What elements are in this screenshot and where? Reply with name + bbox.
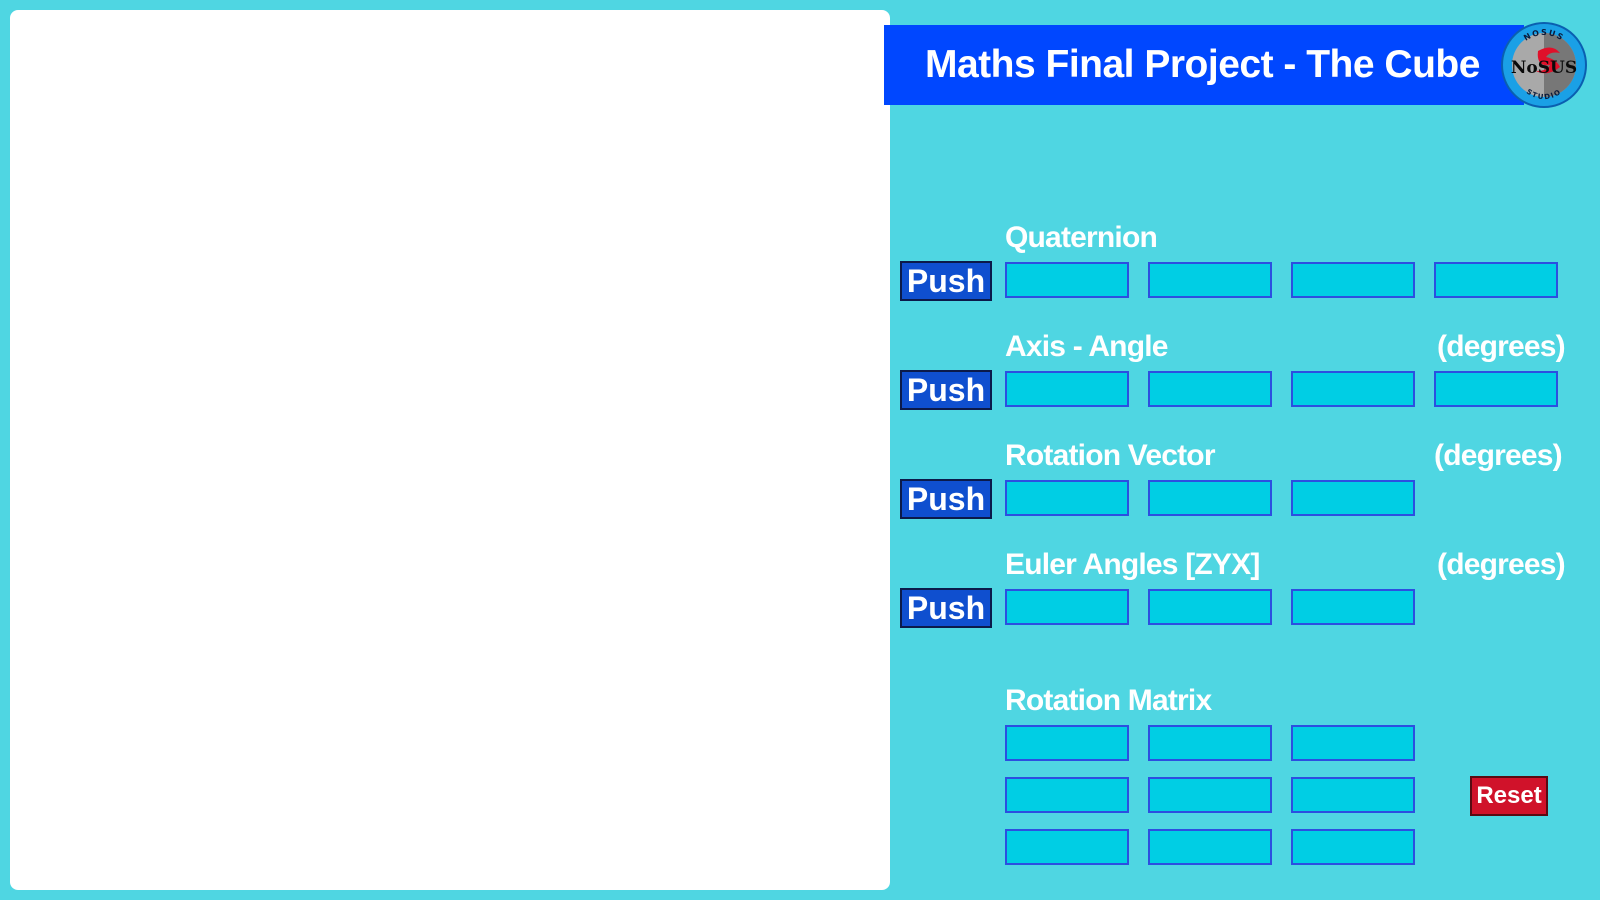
euler-angles-label: Euler Angles [ZYX] xyxy=(1005,548,1260,581)
rotation-matrix-cell-2-3[interactable] xyxy=(1291,777,1415,813)
rotation-matrix-cell-1-1[interactable] xyxy=(1005,725,1129,761)
page-title: Maths Final Project - The Cube xyxy=(925,43,1480,86)
quaternion-field-1[interactable] xyxy=(1005,262,1129,298)
rotation-vector-field-1[interactable] xyxy=(1005,480,1129,516)
rotation-matrix-cell-1-3[interactable] xyxy=(1291,725,1415,761)
rotation-matrix-cell-2-1[interactable] xyxy=(1005,777,1129,813)
rotation-matrix-cell-3-2[interactable] xyxy=(1148,829,1272,865)
rotation-matrix-label: Rotation Matrix xyxy=(1005,684,1212,717)
axis-angle-label: Axis - Angle xyxy=(1005,330,1168,363)
rotation-vector-label: Rotation Vector xyxy=(1005,439,1216,472)
axis-angle-field-2[interactable] xyxy=(1148,371,1272,407)
app-window: Maths Final Project - The Cube NOSUS STU… xyxy=(0,0,1600,900)
rotation-matrix-cell-3-3[interactable] xyxy=(1291,829,1415,865)
axis-angle-unit-label: (degrees) xyxy=(1437,330,1566,363)
rotation-vector-field-2[interactable] xyxy=(1148,480,1272,516)
quaternion-label: Quaternion xyxy=(1005,221,1158,254)
axis-angle-field-4[interactable] xyxy=(1434,371,1558,407)
quaternion-field-4[interactable] xyxy=(1434,262,1558,298)
nosus-studio-logo-icon: NOSUS STUDIO NoSUS xyxy=(1501,22,1587,108)
push-rotation-vector-button[interactable]: Push xyxy=(900,479,992,519)
euler-angles-unit-label: (degrees) xyxy=(1437,548,1566,581)
push-axis-angle-button[interactable]: Push xyxy=(900,370,992,410)
reset-button[interactable]: Reset xyxy=(1470,776,1548,816)
rotation-matrix-cell-3-1[interactable] xyxy=(1005,829,1129,865)
cube-viewport[interactable] xyxy=(10,10,890,890)
axis-angle-field-3[interactable] xyxy=(1291,371,1415,407)
quaternion-field-3[interactable] xyxy=(1291,262,1415,298)
push-euler-angles-button[interactable]: Push xyxy=(900,588,992,628)
euler-angles-field-3[interactable] xyxy=(1291,589,1415,625)
quaternion-field-2[interactable] xyxy=(1148,262,1272,298)
svg-text:NoSUS: NoSUS xyxy=(1511,58,1577,78)
push-quaternion-button[interactable]: Push xyxy=(900,261,992,301)
euler-angles-field-2[interactable] xyxy=(1148,589,1272,625)
rotation-vector-field-3[interactable] xyxy=(1291,480,1415,516)
axis-angle-field-1[interactable] xyxy=(1005,371,1129,407)
euler-angles-field-1[interactable] xyxy=(1005,589,1129,625)
rotation-vector-unit-label: (degrees) xyxy=(1434,439,1563,472)
rotation-matrix-cell-2-2[interactable] xyxy=(1148,777,1272,813)
rotation-matrix-cell-1-2[interactable] xyxy=(1148,725,1272,761)
